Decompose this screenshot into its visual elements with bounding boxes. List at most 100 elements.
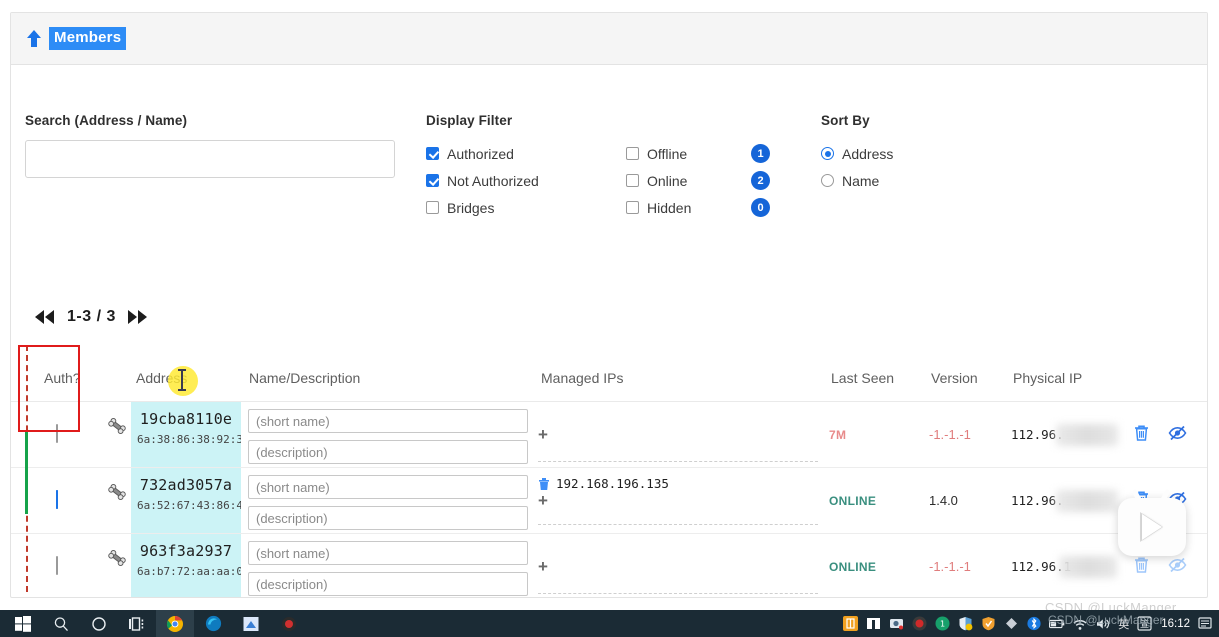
add-managed-ip-button[interactable]: + bbox=[538, 557, 548, 576]
row-address: 963f3a2937 bbox=[139, 542, 233, 560]
physical-ip-redaction bbox=[1056, 424, 1118, 446]
row-auth-checkbox[interactable] bbox=[56, 424, 66, 443]
browser-content: Members Search (Address / Name) Display … bbox=[0, 0, 1219, 615]
tray-shield-orange-icon[interactable] bbox=[980, 616, 996, 632]
tray-screenshot-icon[interactable] bbox=[888, 616, 904, 632]
radio-sort-address-dot[interactable] bbox=[821, 147, 834, 160]
panel-body: Search (Address / Name) Display Filter A… bbox=[11, 65, 1207, 597]
column-header-last-seen: Last Seen bbox=[831, 370, 895, 386]
checkbox-not-authorized[interactable]: Not Authorized bbox=[426, 167, 626, 194]
checkbox-offline-label: Offline bbox=[647, 145, 688, 162]
bluetooth-icon[interactable] bbox=[1026, 616, 1042, 632]
checkbox-hidden[interactable]: Hidden bbox=[626, 194, 746, 221]
checkbox-authorized-box[interactable] bbox=[426, 147, 439, 160]
windows-start-icon[interactable] bbox=[4, 610, 42, 637]
table-header-row: Auth? Address Name/Description Managed I… bbox=[11, 361, 1207, 402]
column-header-version: Version bbox=[931, 370, 978, 386]
display-filter-right-column: Offline Online Hidden bbox=[626, 140, 746, 221]
physical-ip-redaction bbox=[1056, 490, 1118, 512]
tray-diamond-icon[interactable] bbox=[1003, 616, 1019, 632]
play-icon[interactable] bbox=[1142, 514, 1162, 540]
sort-by-group: Sort By Address Name bbox=[821, 113, 1071, 194]
row-last-seen: ONLINE bbox=[829, 560, 877, 574]
checkbox-authorized[interactable]: Authorized bbox=[426, 140, 626, 167]
add-managed-ip-button[interactable]: + bbox=[538, 425, 548, 444]
arrow-up-icon[interactable] bbox=[25, 28, 43, 50]
row-mac: 6a:52:67:43:86:4 bbox=[137, 499, 241, 512]
bone-icon[interactable] bbox=[106, 547, 128, 574]
trash-icon[interactable] bbox=[1133, 556, 1150, 574]
row-address-cell[interactable]: 732ad3057a 6a:52:67:43:86:4 bbox=[131, 468, 241, 533]
floating-player-widget[interactable] bbox=[1118, 488, 1186, 556]
checkbox-bridges-label: Bridges bbox=[447, 199, 495, 216]
search-input[interactable] bbox=[25, 140, 395, 178]
row-version: -1.-1.-1 bbox=[929, 427, 971, 442]
row-name-description bbox=[248, 541, 528, 597]
checkbox-offline[interactable]: Offline bbox=[626, 140, 746, 167]
eye-slash-icon[interactable] bbox=[1168, 556, 1187, 574]
column-header-auth: Auth? bbox=[44, 370, 81, 386]
add-managed-ip-button[interactable]: + bbox=[538, 491, 548, 510]
remove-managed-ip-icon[interactable] bbox=[538, 477, 550, 491]
row-auth-checkbox[interactable] bbox=[56, 490, 66, 509]
checkbox-online-label: Online bbox=[647, 172, 688, 189]
panel-header: Members bbox=[11, 13, 1207, 65]
radio-sort-name-dot[interactable] bbox=[821, 174, 834, 187]
bone-icon[interactable] bbox=[106, 481, 128, 508]
members-table: Auth? Address Name/Description Managed I… bbox=[11, 361, 1207, 597]
managed-ip-entry: 192.168.196.135 bbox=[538, 474, 823, 493]
badge-hidden-count: 0 bbox=[751, 198, 770, 217]
eye-slash-icon[interactable] bbox=[1168, 424, 1187, 442]
checkbox-bridges-box[interactable] bbox=[426, 201, 439, 214]
edge-icon[interactable] bbox=[194, 610, 232, 637]
skip-back-icon[interactable] bbox=[33, 308, 57, 326]
managed-ip-divider bbox=[538, 524, 818, 525]
skip-forward-icon[interactable] bbox=[126, 308, 150, 326]
radio-sort-name[interactable]: Name bbox=[821, 167, 1071, 194]
short-name-input[interactable] bbox=[248, 541, 528, 565]
checkbox-hidden-box[interactable] bbox=[626, 201, 639, 214]
description-input[interactable] bbox=[248, 506, 528, 530]
checkbox-offline-box[interactable] bbox=[626, 147, 639, 160]
tray-app-orange-icon[interactable] bbox=[842, 616, 858, 632]
record-icon[interactable] bbox=[270, 610, 308, 637]
task-view-icon[interactable] bbox=[118, 610, 156, 637]
tray-record-icon[interactable] bbox=[911, 616, 927, 632]
chrome-icon[interactable] bbox=[156, 610, 194, 637]
tray-notification-icon[interactable]: 1 bbox=[934, 616, 950, 632]
column-header-address: Address bbox=[136, 370, 188, 386]
filter-count-badges: 1 2 0 bbox=[751, 140, 770, 221]
row-version: 1.4.0 bbox=[929, 493, 958, 508]
checkbox-online-box[interactable] bbox=[626, 174, 639, 187]
radio-sort-address[interactable]: Address bbox=[821, 140, 1071, 167]
tray-flag-icon[interactable] bbox=[865, 616, 881, 632]
row-actions bbox=[1133, 424, 1187, 442]
sort-by-label: Sort By bbox=[821, 113, 870, 128]
bone-icon[interactable] bbox=[106, 415, 128, 442]
display-filter-label: Display Filter bbox=[426, 113, 513, 128]
app-icon[interactable] bbox=[232, 610, 270, 637]
checkbox-not-authorized-label: Not Authorized bbox=[447, 172, 539, 189]
checkbox-online[interactable]: Online bbox=[626, 167, 746, 194]
svg-text:1: 1 bbox=[940, 620, 945, 629]
checkbox-not-authorized-box[interactable] bbox=[426, 174, 439, 187]
description-input[interactable] bbox=[248, 440, 528, 464]
column-header-name-description: Name/Description bbox=[249, 370, 361, 386]
checkbox-bridges[interactable]: Bridges bbox=[426, 194, 626, 221]
row-managed-ips: + bbox=[538, 540, 823, 594]
cortana-circle-icon[interactable] bbox=[80, 610, 118, 637]
pagination: 1-3 / 3 bbox=[33, 308, 150, 326]
short-name-input[interactable] bbox=[248, 409, 528, 433]
row-address-cell[interactable]: 19cba8110e 6a:38:86:38:92:3 bbox=[131, 402, 241, 467]
trash-icon[interactable] bbox=[1133, 424, 1150, 442]
description-input[interactable] bbox=[248, 572, 528, 596]
action-center-icon[interactable] bbox=[1197, 616, 1213, 632]
search-icon[interactable] bbox=[42, 610, 80, 637]
taskbar-clock[interactable]: 16:12 bbox=[1161, 618, 1190, 630]
row-auth-checkbox[interactable] bbox=[56, 556, 66, 575]
short-name-input[interactable] bbox=[248, 475, 528, 499]
row-address: 732ad3057a bbox=[139, 476, 233, 494]
tray-security-shield-icon[interactable] bbox=[957, 616, 973, 632]
row-address-cell[interactable]: 963f3a2937 6a:b7:72:aa:aa:0 bbox=[131, 534, 241, 597]
members-panel: Members Search (Address / Name) Display … bbox=[10, 12, 1208, 598]
